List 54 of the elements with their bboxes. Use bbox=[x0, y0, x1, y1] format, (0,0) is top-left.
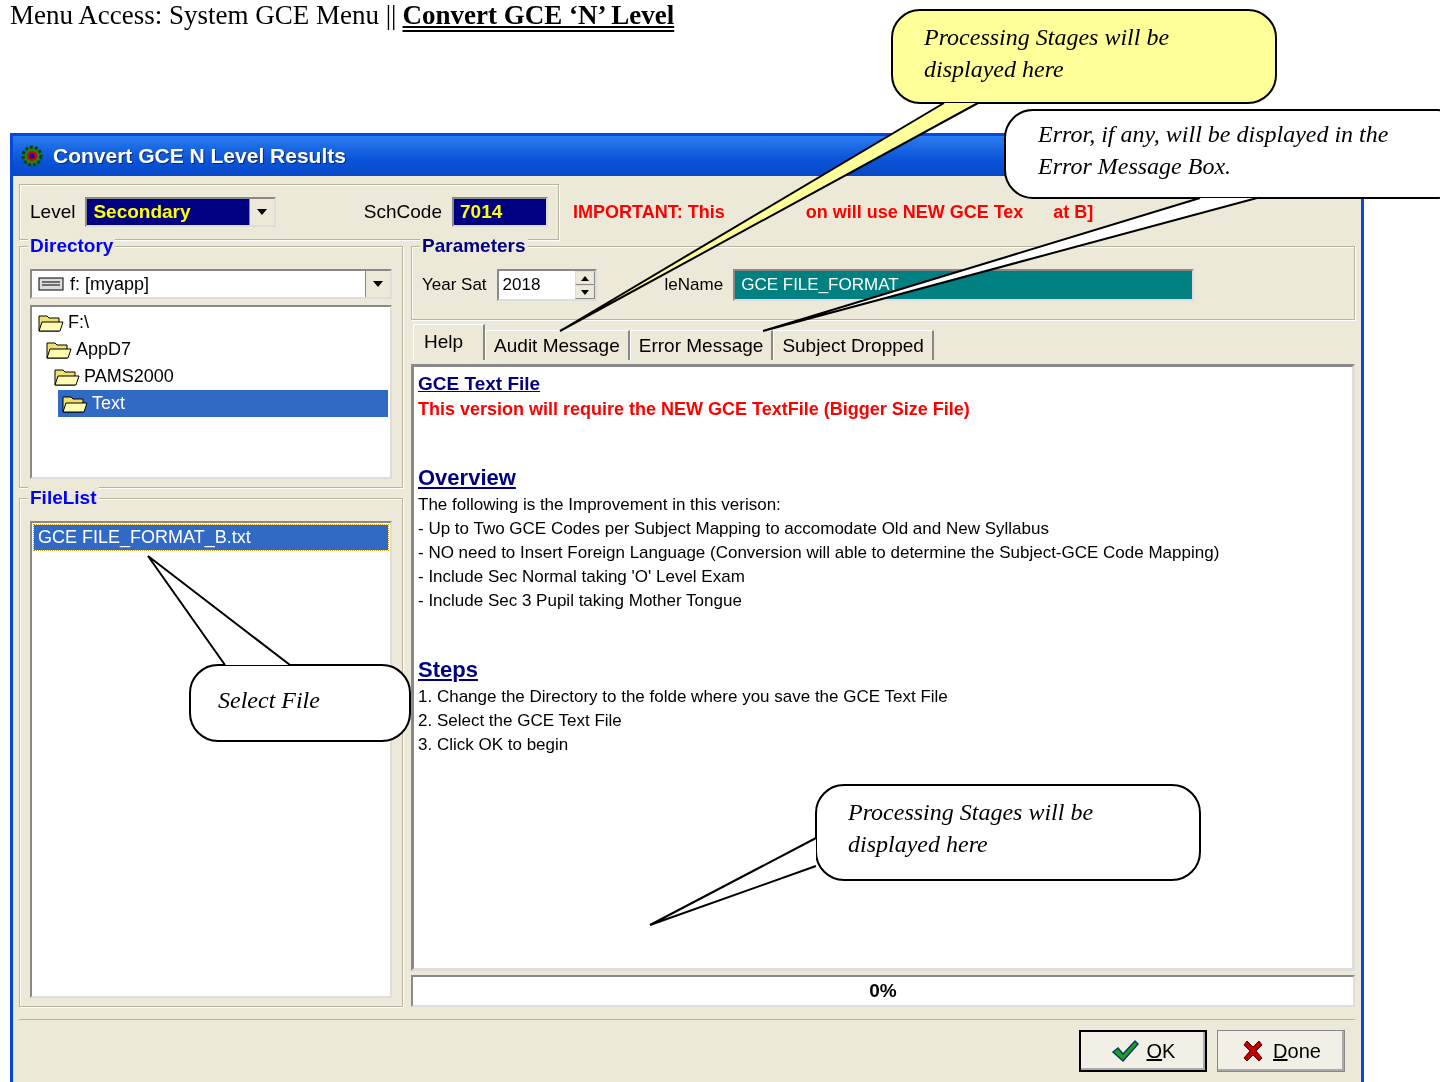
folder-icon bbox=[46, 339, 72, 360]
progress-label: 0% bbox=[869, 980, 897, 1002]
folder-icon bbox=[62, 393, 88, 414]
important-notice: at B] bbox=[1053, 201, 1094, 223]
schcode-field[interactable]: 7014 bbox=[452, 197, 548, 227]
caret-icon bbox=[373, 281, 383, 287]
ok-button[interactable]: OK bbox=[1079, 1030, 1207, 1072]
help-text: 3. Click OK to begin bbox=[418, 734, 570, 756]
folder-item[interactable]: Text bbox=[58, 390, 388, 417]
callout-text: Error, if any, will be displayed in the Error Message Box. bbox=[1038, 120, 1390, 181]
help-text: - Include Sec 3 Pupil taking Mother Tongue bbox=[418, 590, 743, 612]
help-heading: Steps bbox=[418, 657, 478, 683]
tab[interactable]: Audit Message bbox=[485, 330, 630, 360]
important-notice: on will use NEW GCE Tex bbox=[805, 201, 1024, 223]
folder-icon bbox=[38, 312, 64, 333]
schcode-label: SchCode bbox=[363, 201, 442, 223]
important-notice: IMPORTANT: This bbox=[573, 201, 725, 223]
level-dropdown[interactable]: Secondary bbox=[85, 197, 277, 227]
menu-access-text: Menu Access: System GCE Menu || bbox=[10, 0, 397, 30]
app-icon bbox=[21, 145, 43, 167]
year-sat-spinner[interactable]: 2018 bbox=[496, 269, 597, 301]
year-sat-label: Year Sat bbox=[422, 275, 487, 295]
done-button[interactable]: Done bbox=[1217, 1030, 1345, 1072]
filename-label: leName bbox=[664, 275, 724, 295]
help-heading: Overview bbox=[418, 465, 516, 491]
folder-item[interactable]: AppD7 bbox=[42, 336, 388, 363]
callout-text: Processing Stages will be displayed here bbox=[848, 798, 1095, 859]
help-text: - Include Sec Normal taking 'O' Level Exam bbox=[418, 566, 746, 588]
help-text: The following is the Improvement in this verison: bbox=[418, 494, 782, 516]
callout-text: Processing Stages will be displayed here bbox=[924, 23, 1171, 84]
help-text: - NO need to Insert Foreign Language (Conversion will able to determine the Subject-GCE Code Mapping) bbox=[418, 542, 1221, 564]
callout-text: Select File bbox=[218, 686, 321, 715]
page-title: Convert GCE ‘N’ Level bbox=[402, 0, 675, 30]
folder-item[interactable]: F:\ bbox=[34, 309, 388, 336]
down-arrow-icon bbox=[580, 289, 589, 295]
help-heading: GCE Text File bbox=[418, 373, 541, 395]
help-text: - Up to Two GCE Codes per Subject Mapping to accomodate Old and New Syllabus bbox=[418, 518, 1050, 540]
folder-icon bbox=[54, 366, 80, 387]
help-text: 2. Select the GCE Text File bbox=[418, 710, 623, 732]
window-title: Convert GCE N Level Results bbox=[53, 144, 346, 168]
help-text: This version will require the NEW GCE TextFile (Bigger Size File) bbox=[418, 398, 971, 421]
tab[interactable]: Help bbox=[413, 324, 486, 360]
drive-icon bbox=[38, 276, 64, 292]
folder-item[interactable]: PAMS2000 bbox=[50, 363, 388, 390]
checkmark-icon bbox=[1110, 1039, 1139, 1063]
level-label: Level bbox=[30, 201, 76, 223]
file-item[interactable]: GCE FILE_FORMAT_B.txt bbox=[34, 525, 388, 550]
caret-icon bbox=[257, 209, 268, 215]
help-text: 1. Change the Directory to the folde where you save the GCE Text File bbox=[418, 686, 949, 708]
up-arrow-icon bbox=[580, 275, 589, 281]
filename-field[interactable]: GCE FILE_FORMAT bbox=[733, 269, 1194, 301]
drive-dropdown[interactable]: f: [myapp] bbox=[30, 269, 392, 299]
tab[interactable]: Subject Dropped bbox=[773, 330, 934, 360]
tab[interactable]: Error Message bbox=[629, 330, 774, 360]
